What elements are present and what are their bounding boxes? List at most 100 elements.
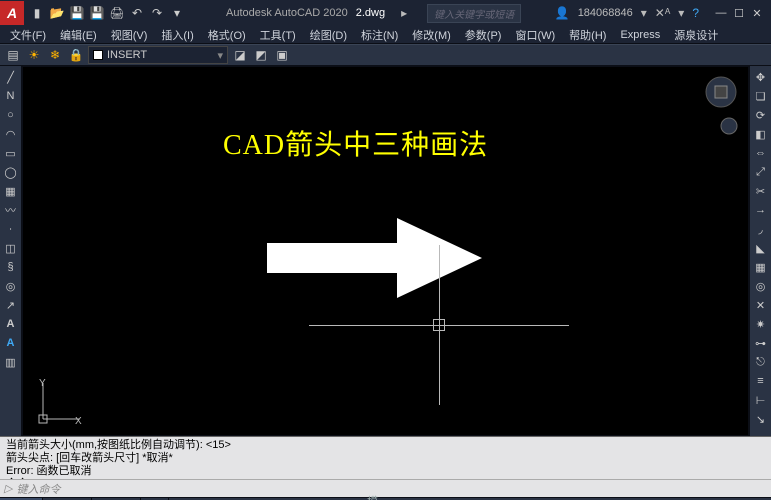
help-dd-icon[interactable]: ▾ xyxy=(678,6,684,20)
menu-insert[interactable]: 插入(I) xyxy=(155,26,199,44)
help-icon[interactable]: ? xyxy=(692,6,699,20)
command-input[interactable]: ▷ 键入命令 xyxy=(0,479,771,497)
break-icon[interactable]: ⎋ xyxy=(752,354,770,370)
move-icon[interactable]: ✥ xyxy=(752,69,770,85)
layer-color-swatch xyxy=(93,50,103,60)
command-panel: 当前箭头大小(mm,按图纸比例自动调节): <15> 箭头尖点: [回车改箭头尺… xyxy=(0,436,771,497)
region-icon[interactable]: ◫ xyxy=(2,240,20,256)
cmd-line: 箭头尖点: [回车改箭头尺寸] *取消* xyxy=(6,452,765,465)
line-icon[interactable]: ╱ xyxy=(2,69,20,85)
menu-file[interactable]: 文件(F) xyxy=(4,26,52,44)
save-icon[interactable]: 💾 xyxy=(68,4,86,22)
donut-icon[interactable]: ◎ xyxy=(2,278,20,294)
menu-dimension[interactable]: 标注(N) xyxy=(355,26,404,44)
title-bar: A ▮ 📂 💾 💾 🖨 ↶ ↷ ▾ Autodesk AutoCAD 2020 … xyxy=(0,0,771,26)
layer-match-icon[interactable]: ◪ xyxy=(231,46,249,64)
copy-icon[interactable]: ❏ xyxy=(752,88,770,104)
circle-icon[interactable]: ○ xyxy=(2,107,20,123)
polyline-icon[interactable]: Ν xyxy=(2,88,20,104)
erase-icon[interactable]: ✕ xyxy=(752,297,770,313)
join-icon[interactable]: ⊶ xyxy=(752,335,770,351)
cmd-placeholder: 键入命令 xyxy=(16,481,60,497)
mirror-icon[interactable]: ◧ xyxy=(752,126,770,142)
open-icon[interactable]: 📂 xyxy=(48,4,66,22)
dim-icon[interactable]: ⊢ xyxy=(752,392,770,408)
spline-icon[interactable]: 〰 xyxy=(2,202,20,218)
chamfer-icon[interactable]: ◣ xyxy=(752,240,770,256)
trim-icon[interactable]: ✂ xyxy=(752,183,770,199)
layer-prop-icon[interactable]: ▤ xyxy=(4,46,22,64)
user-name[interactable]: 184068846 xyxy=(578,7,633,19)
work-area: ╱ Ν ○ ◠ ▭ ◯ ▦ 〰 ∙ ◫ § ◎ ↗ A A ▥ CAD箭头中三种… xyxy=(0,66,771,436)
point-icon[interactable]: ∙ xyxy=(2,221,20,237)
menu-edit[interactable]: 编辑(E) xyxy=(54,26,103,44)
layer-on-icon[interactable]: ☀ xyxy=(25,46,43,64)
menu-draw[interactable]: 绘图(D) xyxy=(304,26,353,44)
arc-icon[interactable]: ◠ xyxy=(2,126,20,142)
undo-icon[interactable]: ↶ xyxy=(128,4,146,22)
rect-icon[interactable]: ▭ xyxy=(2,145,20,161)
command-history[interactable]: 当前箭头大小(mm,按图纸比例自动调节): <15> 箭头尖点: [回车改箭头尺… xyxy=(0,437,771,479)
menu-format[interactable]: 格式(O) xyxy=(202,26,252,44)
extend-icon[interactable]: → xyxy=(752,202,770,218)
window-close-icon[interactable]: ✕ xyxy=(749,6,765,20)
layer-toolbar: ▤ ☀ ❄ 🔒 INSERT ▾ ◪ ◩ ▣ — ❐ ✕ xyxy=(0,44,771,66)
window-minimize-icon[interactable]: — xyxy=(713,6,729,20)
redo-icon[interactable]: ↷ xyxy=(148,4,166,22)
signin-icon[interactable]: 👤 xyxy=(555,6,570,20)
view-cube[interactable] xyxy=(704,75,738,114)
doc-title: 2.dwg xyxy=(356,7,385,19)
layer-iso-icon[interactable]: ▣ xyxy=(273,46,291,64)
menu-view[interactable]: 视图(V) xyxy=(105,26,154,44)
array-icon[interactable]: ▦ xyxy=(752,259,770,275)
scale-icon[interactable]: ⤢ xyxy=(752,164,770,180)
fillet-icon[interactable]: ◞ xyxy=(752,221,770,237)
quick-access-toolbar: ▮ 📂 💾 💾 🖨 ↶ ↷ ▾ xyxy=(28,4,186,22)
draw-toolbar: ╱ Ν ○ ◠ ▭ ◯ ▦ 〰 ∙ ◫ § ◎ ↗ A A ▥ xyxy=(0,66,22,436)
menu-bar: 文件(F) 编辑(E) 视图(V) 插入(I) 格式(O) 工具(T) 绘图(D… xyxy=(0,26,771,44)
app-exchange-icon[interactable]: ✕ᴬ xyxy=(655,6,671,20)
offset-icon[interactable]: ◎ xyxy=(752,278,770,294)
ucs-icon: Y X xyxy=(37,381,81,425)
window-maximize-icon[interactable]: ☐ xyxy=(731,6,747,20)
text-icon[interactable]: A xyxy=(2,316,20,332)
layer-combo[interactable]: INSERT ▾ xyxy=(88,46,228,64)
arrow-graphic xyxy=(267,213,487,303)
helix-icon[interactable]: § xyxy=(2,259,20,275)
saveas-icon[interactable]: 💾 xyxy=(88,4,106,22)
explode-icon[interactable]: ✷ xyxy=(752,316,770,332)
canvas-heading: CAD箭头中三种画法 xyxy=(223,123,488,163)
qat-more-icon[interactable]: ▾ xyxy=(168,4,186,22)
app-title: Autodesk AutoCAD 2020 xyxy=(226,7,348,19)
rotate-icon[interactable]: ⟳ xyxy=(752,107,770,123)
user-dd-icon[interactable]: ▾ xyxy=(641,6,647,20)
hatch-icon[interactable]: ▦ xyxy=(2,183,20,199)
plot-icon[interactable]: 🖨 xyxy=(108,4,126,22)
cmd-line: 当前箭头大小(mm,按图纸比例自动调节): <15> xyxy=(6,439,765,452)
title-search-icon: ▸ xyxy=(401,6,407,20)
menu-yuanquan[interactable]: 源泉设计 xyxy=(668,26,724,44)
align-icon[interactable]: ≡ xyxy=(752,373,770,389)
menu-express[interactable]: Express xyxy=(614,28,666,42)
menu-tools[interactable]: 工具(T) xyxy=(254,26,302,44)
mtext-icon[interactable]: A xyxy=(2,335,20,351)
leader-icon[interactable]: ↘ xyxy=(752,411,770,427)
table-icon[interactable]: ▥ xyxy=(2,354,20,370)
new-icon[interactable]: ▮ xyxy=(28,4,46,22)
menu-window[interactable]: 窗口(W) xyxy=(509,26,561,44)
app-logo[interactable]: A xyxy=(0,1,24,25)
ray-icon[interactable]: ↗ xyxy=(2,297,20,313)
layer-name: INSERT xyxy=(107,49,147,61)
layer-lock-icon[interactable]: 🔒 xyxy=(67,46,85,64)
search-input[interactable]: 键入关键字或短语 xyxy=(427,4,521,23)
ellipse-icon[interactable]: ◯ xyxy=(2,164,20,180)
menu-modify[interactable]: 修改(M) xyxy=(406,26,457,44)
layer-prev-icon[interactable]: ◩ xyxy=(252,46,270,64)
menu-help[interactable]: 帮助(H) xyxy=(563,26,612,44)
cmd-line: Error: 函数已取消 xyxy=(6,465,765,478)
stretch-icon[interactable]: ⇔ xyxy=(752,145,770,161)
nav-bar[interactable] xyxy=(720,117,738,140)
menu-parametric[interactable]: 参数(P) xyxy=(459,26,508,44)
layer-freeze-icon[interactable]: ❄ xyxy=(46,46,64,64)
drawing-canvas[interactable]: CAD箭头中三种画法 Y X xyxy=(22,66,749,436)
